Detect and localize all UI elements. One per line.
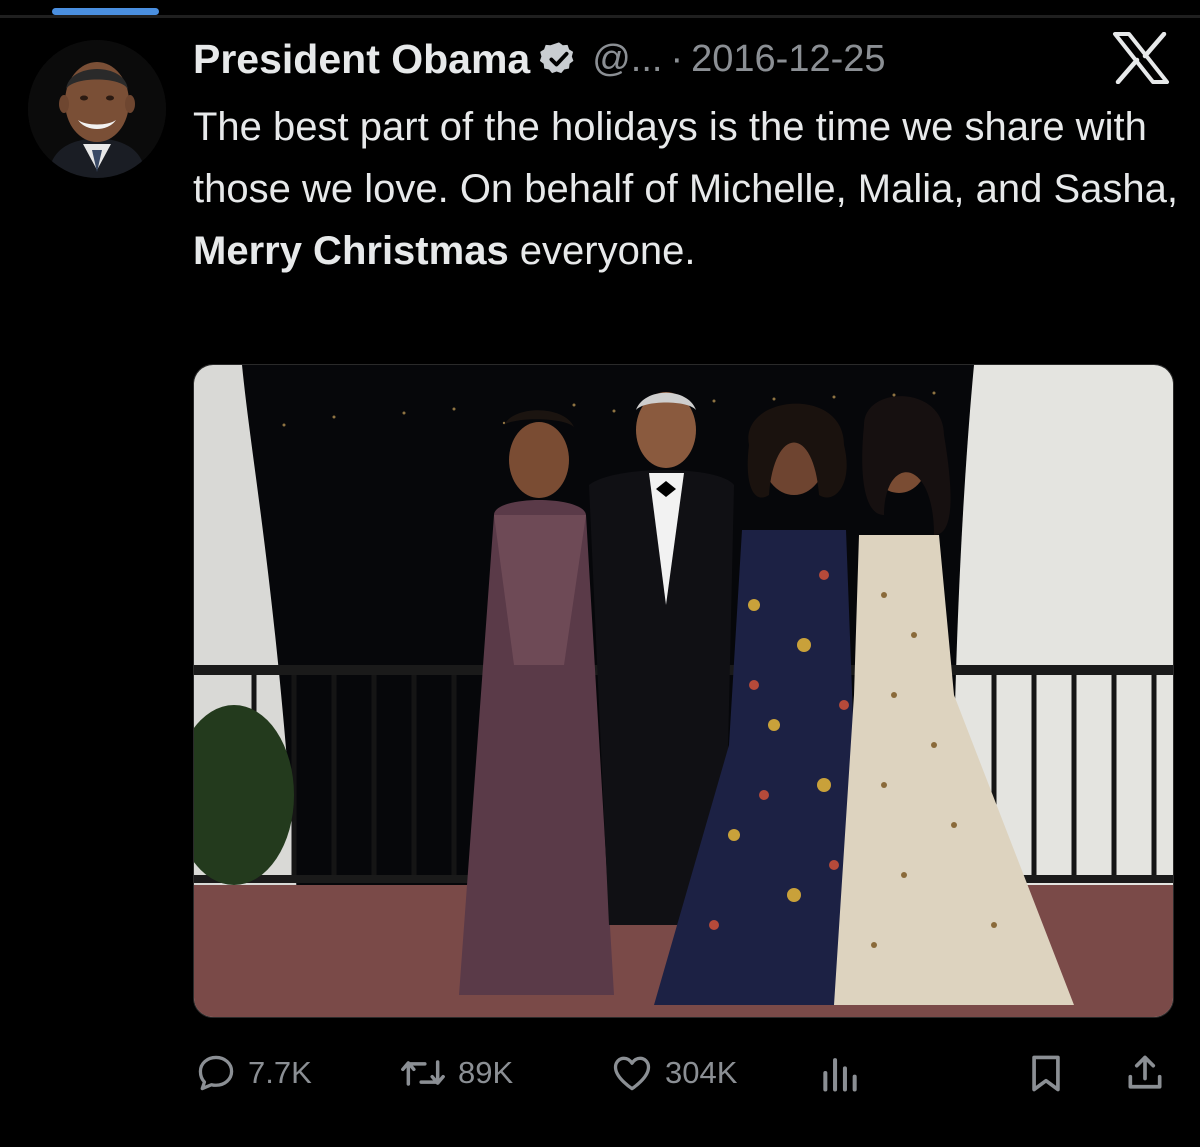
share-button[interactable] — [1123, 1045, 1167, 1101]
retweet-count: 89K — [458, 1055, 514, 1090]
header-separator: · — [670, 37, 684, 80]
bookmark-icon — [1032, 1055, 1060, 1092]
tweet-actions: 7.7K 89K 304K — [0, 1045, 1200, 1105]
top-separator — [0, 15, 1200, 18]
bookmark-button[interactable] — [1024, 1045, 1068, 1101]
active-tab-indicator — [52, 8, 159, 15]
author-name[interactable]: President Obama — [193, 36, 530, 83]
tweet-header: President Obama @... · 2016-12-25 — [193, 34, 886, 84]
like-button[interactable]: 304K — [609, 1045, 737, 1101]
avatar-image — [28, 40, 166, 178]
author-handle[interactable]: @... — [592, 38, 662, 81]
tweet-text: The best part of the holidays is the tim… — [193, 96, 1178, 282]
tweet-photo[interactable] — [193, 364, 1174, 1018]
family-photo — [194, 365, 1173, 1017]
reply-button[interactable]: 7.7K — [194, 1045, 312, 1101]
tweet-text-part2: everyone. — [508, 229, 696, 273]
tweet-date[interactable]: 2016-12-25 — [691, 38, 885, 81]
retweet-icon — [401, 1060, 445, 1086]
verified-badge-icon — [540, 42, 574, 74]
share-icon — [1128, 1055, 1162, 1089]
tweet-text-part1: The best part of the holidays is the tim… — [193, 105, 1178, 211]
heart-icon — [613, 1056, 651, 1091]
reply-icon — [198, 1055, 234, 1091]
reply-count: 7.7K — [248, 1055, 312, 1090]
tweet-text-bold: Merry Christmas — [193, 229, 509, 273]
retweet-button[interactable]: 89K — [398, 1045, 513, 1101]
views-icon — [823, 1058, 857, 1092]
avatar[interactable] — [28, 40, 166, 178]
x-logo-icon — [1113, 32, 1169, 84]
like-count: 304K — [665, 1055, 738, 1090]
views-button[interactable] — [818, 1045, 862, 1101]
